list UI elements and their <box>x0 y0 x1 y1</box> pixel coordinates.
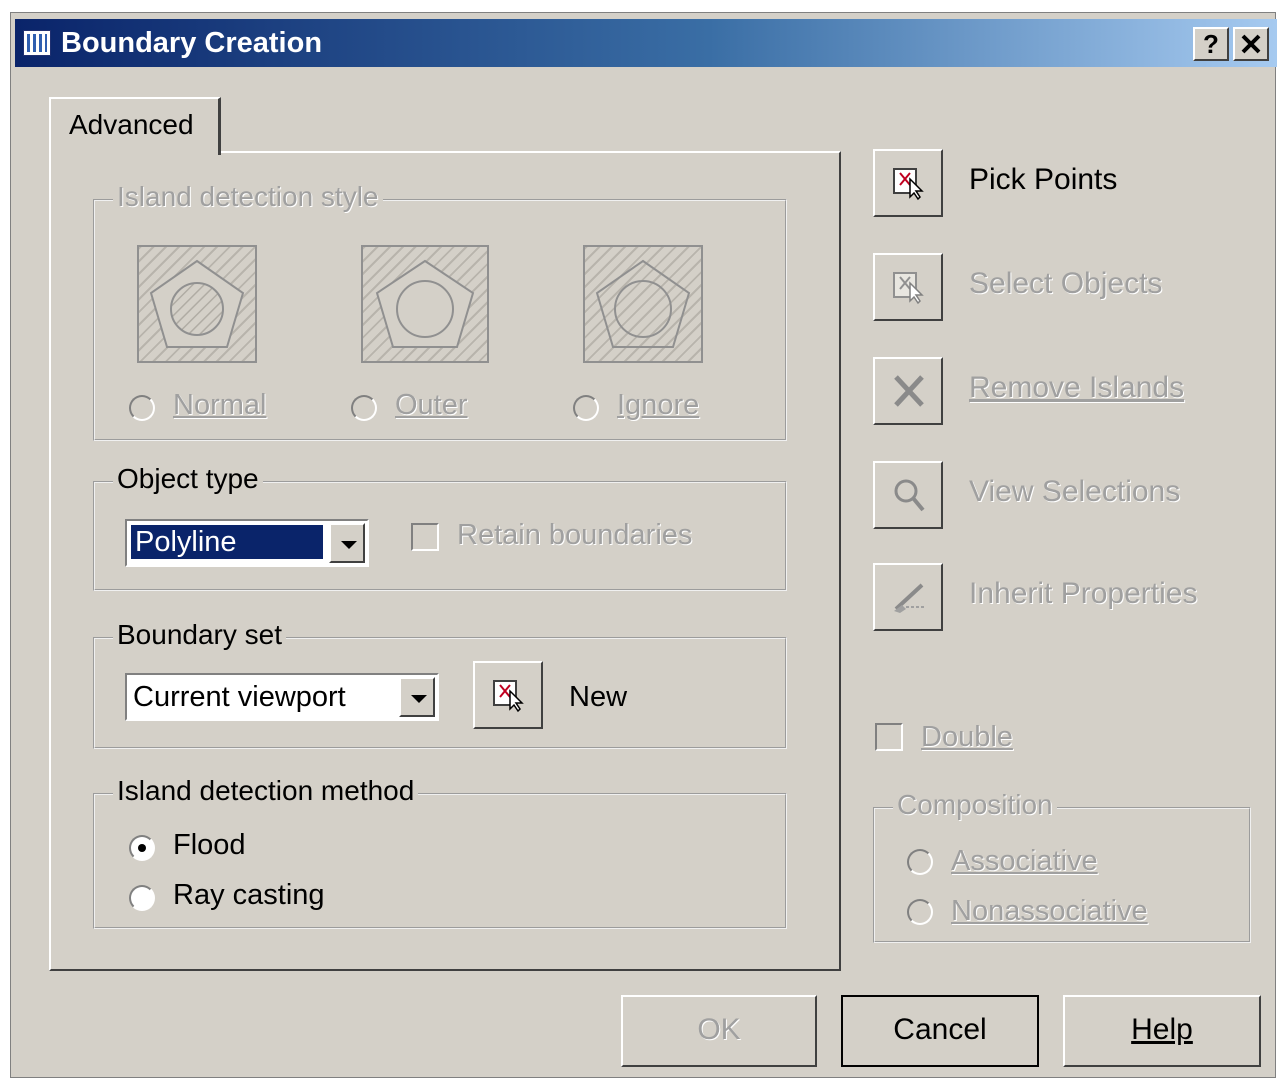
boundary-creation-dialog: Boundary Creation ? Advanced Island dete… <box>10 12 1277 1078</box>
associative-label: Associative <box>951 845 1098 877</box>
advanced-panel: Island detection style Normal Outer Igno… <box>49 151 841 971</box>
chevron-down-icon[interactable] <box>329 523 365 563</box>
ignore-radio[interactable] <box>573 395 599 421</box>
ray-casting-radio[interactable] <box>129 885 155 911</box>
inherit-properties-button[interactable] <box>873 563 943 631</box>
close-icon <box>1241 34 1261 54</box>
boundary-set-value: Current viewport <box>133 681 346 713</box>
boundary-set-select[interactable]: Current viewport <box>125 673 439 721</box>
pick-points-icon <box>493 680 524 713</box>
select-objects-button[interactable] <box>873 253 943 321</box>
island-detection-method-label: Island detection method <box>113 775 419 807</box>
island-detection-style-label: Island detection style <box>113 181 383 213</box>
select-objects-icon <box>893 272 924 305</box>
flood-radio[interactable] <box>129 835 155 861</box>
boundary-set-label: Boundary set <box>113 619 286 651</box>
nonassociative-radio[interactable] <box>907 899 933 925</box>
title-bar: Boundary Creation ? <box>15 19 1277 67</box>
normal-preview-graphic <box>149 259 245 348</box>
outer-label: Outer <box>395 389 468 421</box>
outer-radio[interactable] <box>351 395 377 421</box>
associative-radio[interactable] <box>907 849 933 875</box>
app-icon <box>23 30 51 56</box>
tab-advanced-label: Advanced <box>69 109 194 140</box>
island-detection-method-group: Island detection method Flood Ray castin… <box>93 775 787 929</box>
inherit-properties-label: Inherit Properties <box>969 577 1198 610</box>
boundary-set-group: Boundary set Current viewport New <box>93 619 787 749</box>
selected-dot <box>138 844 146 852</box>
close-button[interactable] <box>1233 27 1269 61</box>
nonassociative-label: Nonassociative <box>951 895 1148 927</box>
outer-style-preview <box>361 245 489 363</box>
retain-boundaries-checkbox[interactable] <box>411 523 439 551</box>
ray-casting-label: Ray casting <box>173 879 325 911</box>
help-title-button[interactable]: ? <box>1193 27 1229 61</box>
remove-islands-label: Remove Islands <box>969 371 1185 404</box>
magnifier-icon <box>894 479 925 512</box>
object-type-group: Object type Polyline Retain boundaries <box>93 463 787 591</box>
cancel-button[interactable]: Cancel <box>841 995 1039 1067</box>
pick-points-label: Pick Points <box>969 163 1118 196</box>
help-button[interactable]: Help <box>1063 995 1261 1067</box>
composition-label: Composition <box>893 789 1057 821</box>
window-title: Boundary Creation <box>61 27 323 59</box>
island-detection-style-group: Island detection style Normal Outer Igno… <box>93 181 787 441</box>
new-boundary-set-button[interactable] <box>473 661 543 729</box>
retain-boundaries-label: Retain boundaries <box>457 519 693 551</box>
ignore-preview-graphic <box>595 259 691 348</box>
composition-group: Composition Associative Nonassociative <box>873 789 1251 943</box>
double-label: Double <box>921 721 1013 753</box>
flood-label: Flood <box>173 829 246 861</box>
pick-points-button[interactable] <box>873 149 943 217</box>
double-checkbox[interactable] <box>875 723 903 751</box>
ignore-label: Ignore <box>617 389 700 421</box>
pick-points-icon <box>893 168 924 201</box>
view-selections-button[interactable] <box>873 461 943 529</box>
object-type-label: Object type <box>113 463 263 495</box>
ignore-style-preview <box>583 245 703 363</box>
object-type-value: Polyline <box>130 524 324 560</box>
object-type-select[interactable]: Polyline <box>125 519 369 567</box>
new-label: New <box>569 681 628 713</box>
normal-radio[interactable] <box>129 395 155 421</box>
select-objects-label: Select Objects <box>969 267 1163 300</box>
chevron-down-icon[interactable] <box>399 677 435 717</box>
outer-preview-graphic <box>375 259 475 348</box>
normal-label: Normal <box>173 389 267 421</box>
view-selections-label: View Selections <box>969 475 1181 508</box>
tab-advanced[interactable]: Advanced <box>49 97 221 155</box>
remove-islands-icon <box>894 375 924 407</box>
ok-button[interactable]: OK <box>621 995 817 1067</box>
inherit-properties-icon <box>894 583 924 613</box>
remove-islands-button[interactable] <box>873 357 943 425</box>
normal-style-preview <box>137 245 257 363</box>
